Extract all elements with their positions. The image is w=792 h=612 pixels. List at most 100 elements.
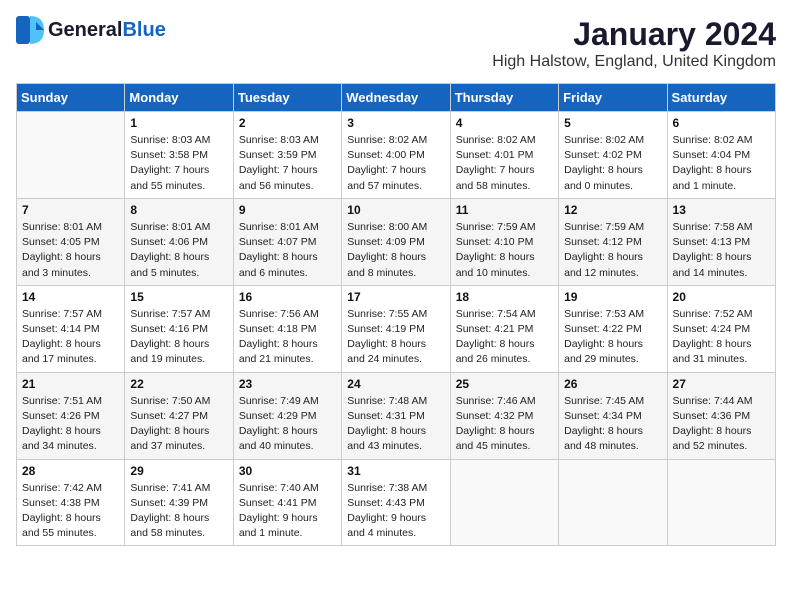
calendar-cell: 20 Sunrise: 7:52 AM Sunset: 4:24 PM Dayli…	[667, 285, 775, 372]
day-info: Sunrise: 7:42 AM Sunset: 4:38 PM Dayligh…	[22, 481, 119, 542]
day-number: 20	[673, 290, 770, 304]
calendar-cell: 27 Sunrise: 7:44 AM Sunset: 4:36 PM Dayli…	[667, 372, 775, 459]
day-number: 9	[239, 203, 336, 217]
day-number: 8	[130, 203, 227, 217]
day-info: Sunrise: 7:51 AM Sunset: 4:26 PM Dayligh…	[22, 394, 119, 455]
calendar-week-row: 1Sunrise: 8:03 AM Sunset: 3:58 PM Daylig…	[17, 112, 776, 199]
day-number: 26	[564, 377, 661, 391]
day-number: 15	[130, 290, 227, 304]
calendar-cell: 28 Sunrise: 7:42 AM Sunset: 4:38 PM Dayli…	[17, 459, 125, 546]
header-cell-friday: Friday	[559, 84, 667, 112]
calendar-cell: 26Sunrise: 7:45 AM Sunset: 4:34 PM Dayli…	[559, 372, 667, 459]
day-info: Sunrise: 7:46 AM Sunset: 4:32 PM Dayligh…	[456, 394, 553, 455]
day-info: Sunrise: 7:44 AM Sunset: 4:36 PM Dayligh…	[673, 394, 770, 455]
logo-text: GeneralBlue	[48, 19, 166, 42]
calendar-cell: 6Sunrise: 8:02 AM Sunset: 4:04 PM Daylig…	[667, 112, 775, 199]
calendar-subtitle: High Halstow, England, United Kingdom	[492, 53, 776, 71]
calendar-cell: 31 Sunrise: 7:38 AM Sunset: 4:43 PM Dayli…	[342, 459, 450, 546]
logo-icon	[16, 16, 44, 44]
day-number: 5	[564, 116, 661, 130]
day-number: 14	[22, 290, 119, 304]
calendar-cell: 14 Sunrise: 7:57 AM Sunset: 4:14 PM Dayli…	[17, 285, 125, 372]
calendar-cell: 7 Sunrise: 8:01 AM Sunset: 4:05 PM Daylig…	[17, 198, 125, 285]
header-cell-wednesday: Wednesday	[342, 84, 450, 112]
calendar-cell: 22 Sunrise: 7:50 AM Sunset: 4:27 PM Dayli…	[125, 372, 233, 459]
day-info: Sunrise: 7:56 AM Sunset: 4:18 PM Dayligh…	[239, 307, 336, 368]
calendar-week-row: 14 Sunrise: 7:57 AM Sunset: 4:14 PM Dayli…	[17, 285, 776, 372]
day-number: 3	[347, 116, 444, 130]
day-number: 21	[22, 377, 119, 391]
calendar-cell	[559, 459, 667, 546]
day-info: Sunrise: 7:50 AM Sunset: 4:27 PM Dayligh…	[130, 394, 227, 455]
calendar-cell: 16 Sunrise: 7:56 AM Sunset: 4:18 PM Dayli…	[233, 285, 341, 372]
calendar-title: January 2024	[492, 16, 776, 53]
calendar-cell: 2 Sunrise: 8:03 AM Sunset: 3:59 PM Daylig…	[233, 112, 341, 199]
day-number: 29	[130, 464, 227, 478]
day-info: Sunrise: 7:48 AM Sunset: 4:31 PM Dayligh…	[347, 394, 444, 455]
day-number: 25	[456, 377, 553, 391]
calendar-cell: 11Sunrise: 7:59 AM Sunset: 4:10 PM Dayli…	[450, 198, 558, 285]
calendar-cell: 25 Sunrise: 7:46 AM Sunset: 4:32 PM Dayli…	[450, 372, 558, 459]
calendar-cell: 30 Sunrise: 7:40 AM Sunset: 4:41 PM Dayli…	[233, 459, 341, 546]
day-info: Sunrise: 7:54 AM Sunset: 4:21 PM Dayligh…	[456, 307, 553, 368]
day-info: Sunrise: 7:49 AM Sunset: 4:29 PM Dayligh…	[239, 394, 336, 455]
day-number: 28	[22, 464, 119, 478]
calendar-cell	[667, 459, 775, 546]
logo: GeneralBlue	[16, 16, 166, 44]
calendar-cell: 3 Sunrise: 8:02 AM Sunset: 4:00 PM Daylig…	[342, 112, 450, 199]
day-number: 10	[347, 203, 444, 217]
calendar-week-row: 7 Sunrise: 8:01 AM Sunset: 4:05 PM Daylig…	[17, 198, 776, 285]
day-info: Sunrise: 7:40 AM Sunset: 4:41 PM Dayligh…	[239, 481, 336, 542]
day-number: 2	[239, 116, 336, 130]
day-number: 24	[347, 377, 444, 391]
calendar-cell: 9Sunrise: 8:01 AM Sunset: 4:07 PM Daylig…	[233, 198, 341, 285]
calendar-cell: 21 Sunrise: 7:51 AM Sunset: 4:26 PM Dayli…	[17, 372, 125, 459]
calendar-cell: 15Sunrise: 7:57 AM Sunset: 4:16 PM Dayli…	[125, 285, 233, 372]
day-info: Sunrise: 7:58 AM Sunset: 4:13 PM Dayligh…	[673, 220, 770, 281]
day-info: Sunrise: 7:38 AM Sunset: 4:43 PM Dayligh…	[347, 481, 444, 542]
calendar-cell: 13 Sunrise: 7:58 AM Sunset: 4:13 PM Dayli…	[667, 198, 775, 285]
day-info: Sunrise: 7:41 AM Sunset: 4:39 PM Dayligh…	[130, 481, 227, 542]
day-number: 7	[22, 203, 119, 217]
day-number: 31	[347, 464, 444, 478]
day-info: Sunrise: 8:03 AM Sunset: 3:59 PM Dayligh…	[239, 133, 336, 194]
calendar-cell: 8Sunrise: 8:01 AM Sunset: 4:06 PM Daylig…	[125, 198, 233, 285]
day-info: Sunrise: 7:53 AM Sunset: 4:22 PM Dayligh…	[564, 307, 661, 368]
day-number: 30	[239, 464, 336, 478]
header-cell-saturday: Saturday	[667, 84, 775, 112]
day-number: 12	[564, 203, 661, 217]
day-info: Sunrise: 8:01 AM Sunset: 4:05 PM Dayligh…	[22, 220, 119, 281]
day-number: 23	[239, 377, 336, 391]
day-info: Sunrise: 8:02 AM Sunset: 4:02 PM Dayligh…	[564, 133, 661, 194]
calendar-cell: 5 Sunrise: 8:02 AM Sunset: 4:02 PM Daylig…	[559, 112, 667, 199]
day-info: Sunrise: 7:52 AM Sunset: 4:24 PM Dayligh…	[673, 307, 770, 368]
calendar-body: 1Sunrise: 8:03 AM Sunset: 3:58 PM Daylig…	[17, 112, 776, 546]
title-block: January 2024 High Halstow, England, Unit…	[492, 16, 776, 71]
day-number: 27	[673, 377, 770, 391]
day-info: Sunrise: 7:55 AM Sunset: 4:19 PM Dayligh…	[347, 307, 444, 368]
calendar-cell: 29 Sunrise: 7:41 AM Sunset: 4:39 PM Dayli…	[125, 459, 233, 546]
day-number: 16	[239, 290, 336, 304]
calendar-week-row: 21 Sunrise: 7:51 AM Sunset: 4:26 PM Dayli…	[17, 372, 776, 459]
calendar-header-row: SundayMondayTuesdayWednesdayThursdayFrid…	[17, 84, 776, 112]
calendar-cell	[450, 459, 558, 546]
header-cell-sunday: Sunday	[17, 84, 125, 112]
calendar-table: SundayMondayTuesdayWednesdayThursdayFrid…	[16, 83, 776, 546]
calendar-week-row: 28 Sunrise: 7:42 AM Sunset: 4:38 PM Dayli…	[17, 459, 776, 546]
day-number: 6	[673, 116, 770, 130]
calendar-cell: 24 Sunrise: 7:48 AM Sunset: 4:31 PM Dayli…	[342, 372, 450, 459]
calendar-cell: 12Sunrise: 7:59 AM Sunset: 4:12 PM Dayli…	[559, 198, 667, 285]
day-number: 17	[347, 290, 444, 304]
day-number: 13	[673, 203, 770, 217]
day-number: 18	[456, 290, 553, 304]
day-info: Sunrise: 8:02 AM Sunset: 4:00 PM Dayligh…	[347, 133, 444, 194]
calendar-cell	[17, 112, 125, 199]
day-info: Sunrise: 8:02 AM Sunset: 4:01 PM Dayligh…	[456, 133, 553, 194]
calendar-cell: 19Sunrise: 7:53 AM Sunset: 4:22 PM Dayli…	[559, 285, 667, 372]
day-info: Sunrise: 8:03 AM Sunset: 3:58 PM Dayligh…	[130, 133, 227, 194]
day-info: Sunrise: 8:00 AM Sunset: 4:09 PM Dayligh…	[347, 220, 444, 281]
header-cell-monday: Monday	[125, 84, 233, 112]
day-info: Sunrise: 7:57 AM Sunset: 4:14 PM Dayligh…	[22, 307, 119, 368]
day-number: 22	[130, 377, 227, 391]
calendar-cell: 1Sunrise: 8:03 AM Sunset: 3:58 PM Daylig…	[125, 112, 233, 199]
